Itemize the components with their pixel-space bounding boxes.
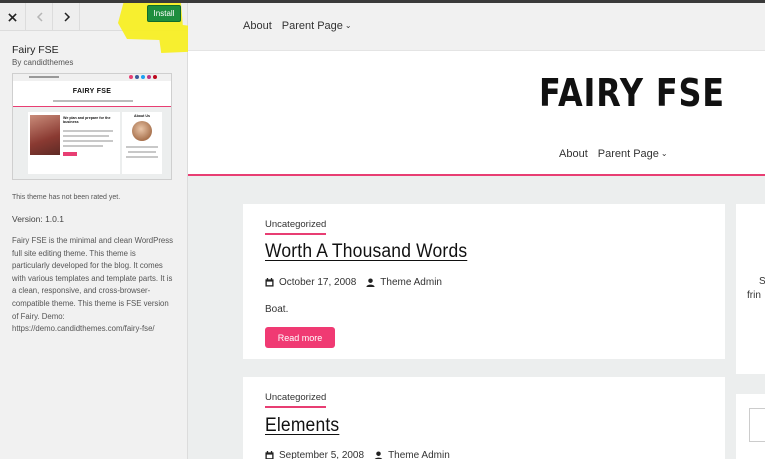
theme-author: By candidthemes [12,58,74,67]
header-accent-line [188,174,765,176]
post-category[interactable]: Uncategorized [265,219,327,235]
post-date-text: October 17, 2008 [279,277,357,288]
preview-top-bar: About Parent Page ⌄ [188,3,765,51]
chevron-down-icon: ⌄ [344,21,352,30]
post-date[interactable]: September 5, 2008 [265,450,364,459]
theme-version: Version: 1.0.1 [12,214,64,224]
chevron-right-icon [63,12,70,22]
top-nav-parent-page[interactable]: Parent Page ⌄ [282,20,352,32]
nav-about[interactable]: About [559,148,588,160]
post-title[interactable]: Elements [265,415,339,437]
previous-theme-button[interactable] [27,3,53,31]
install-button[interactable]: Install [147,5,181,22]
screenshot-about-title: About Us [134,114,150,118]
primary-navigation: About Parent Page ⌄ [559,148,668,160]
site-header: FAIRY FSE About Parent Page ⌄ [188,51,765,174]
sidebar-widget: S frin [736,204,765,374]
theme-description: Fairy FSE is the minimal and clean WordP… [12,236,174,334]
close-button[interactable] [0,3,26,31]
top-navigation: About Parent Page ⌄ [243,20,352,32]
search-input[interactable] [749,408,765,442]
nav-parent-page[interactable]: Parent Page ⌄ [598,148,668,160]
read-more-button[interactable]: Read more [265,327,335,348]
top-nav-parent-label: Parent Page [281,20,343,32]
theme-preview: About Parent Page ⌄ FAIRY FSE About Paren… [188,3,765,459]
rating-text: This theme has not been rated yet. [12,194,121,201]
widget-text-line: frin [747,290,761,301]
widget-text-line: S [759,276,765,287]
post-meta: September 5, 2008 Theme Admin [265,450,460,459]
theme-name: Fairy FSE [12,44,59,56]
post-meta: October 17, 2008 Theme Admin [265,277,452,288]
user-icon [374,451,383,459]
post-category[interactable]: Uncategorized [265,392,327,408]
nav-parent-label: Parent Page [597,148,659,160]
post-author[interactable]: Theme Admin [366,277,442,288]
post-excerpt: Boat. [265,304,289,315]
top-nav-about[interactable]: About [243,20,272,32]
post-author-text: Theme Admin [380,277,442,288]
close-icon [8,12,17,22]
search-widget [736,394,765,459]
theme-details-sidebar: Fairy FSE By candidthemes FAIRY FSE We p… [0,3,188,459]
post-date-text: September 5, 2008 [279,450,365,459]
chevron-down-icon: ⌄ [660,149,668,158]
post-author[interactable]: Theme Admin [374,450,450,459]
post-card: Uncategorized Worth A Thousand Words Oct… [243,204,725,359]
chevron-left-icon [36,12,43,22]
calendar-icon [265,278,274,287]
user-icon [366,278,375,287]
post-card: Uncategorized Elements September 5, 2008… [243,377,725,459]
post-author-text: Theme Admin [388,450,450,459]
next-theme-button[interactable] [54,3,80,31]
screenshot-post-heading: We plan and prepare for the business [63,116,111,125]
calendar-icon [265,451,274,459]
screenshot-site-title: FAIRY FSE [72,88,112,95]
site-title[interactable]: FAIRY FSE [539,71,725,115]
theme-screenshot: FAIRY FSE We plan and prepare for the bu… [12,73,172,180]
post-title[interactable]: Worth A Thousand Words [265,241,467,263]
post-date[interactable]: October 17, 2008 [265,277,356,288]
